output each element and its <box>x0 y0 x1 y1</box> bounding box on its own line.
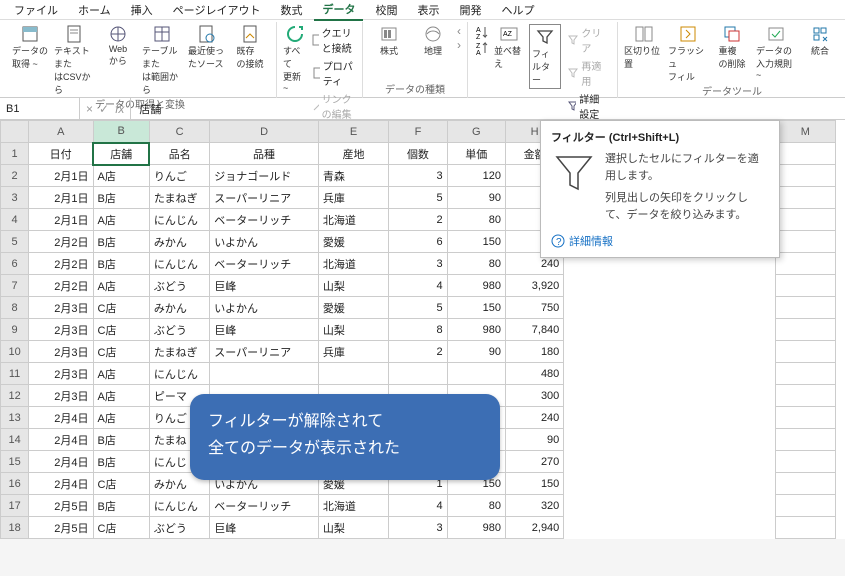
tooltip-more-info-link[interactable]: ? 詳細情報 <box>551 233 769 249</box>
properties-button[interactable]: プロパティ <box>310 57 356 89</box>
callout-line2: 全てのデータが表示された <box>208 435 482 462</box>
svg-text:?: ? <box>556 237 562 248</box>
clear-filter-button[interactable]: クリア <box>565 24 611 56</box>
tooltip-title: フィルター (Ctrl+Shift+L) <box>551 129 769 145</box>
filter-tooltip: フィルター (Ctrl+Shift+L) 選択したセルにフィルターを適用します。… <box>540 120 780 258</box>
ribbon-group-label: データの種類 <box>385 81 445 98</box>
text-to-columns-button[interactable]: 区切り位置 <box>624 24 664 70</box>
sheet-area: ABC DEFG HM 1日付店舗品名品種産地個数単価金額22月1日A店りんごジ… <box>0 120 845 539</box>
reapply-button[interactable]: 再適用 <box>565 57 611 89</box>
tab-home[interactable]: ホーム <box>70 0 119 20</box>
recent-sources-button[interactable]: 最近使っ たソース <box>186 24 226 70</box>
tooltip-line2: 列見出しの矢印をクリックして、データを絞り込みます。 <box>605 190 769 223</box>
annotation-callout: フィルターが解除されて 全てのデータが表示された <box>190 394 500 480</box>
ribbon-group-get-transform: データの 取得 ~ テキストまた はCSVから Web から テーブルまた は範… <box>4 22 277 98</box>
tab-review[interactable]: 校閲 <box>367 0 405 20</box>
formula-bar-row: B1 × ✓ fx 店舗 <box>0 98 845 120</box>
table-row[interactable]: 172月5日B店にんじんベーターリッチ北海道480320 <box>1 495 836 517</box>
tab-formulas[interactable]: 数式 <box>272 0 310 20</box>
from-table-range-button[interactable]: テーブルまた は範囲から <box>142 24 182 96</box>
tooltip-line1: 選択したセルにフィルターを適用します。 <box>605 151 769 184</box>
name-box[interactable]: B1 <box>0 98 80 119</box>
ribbon-group-queries: すべて 更新 ~ クエリと接続 プロパティ リンクの編集 クエリと接続 <box>277 22 363 98</box>
formula-bar[interactable]: 店舗 <box>131 101 845 117</box>
ribbon-group-label: データツール <box>702 83 762 100</box>
svg-text:A: A <box>476 50 481 56</box>
data-validation-button[interactable]: データの 入力規則~ <box>756 24 796 80</box>
stocks-button[interactable]: 株式 <box>369 24 409 57</box>
ribbon: データの 取得 ~ テキストまた はCSVから Web から テーブルまた は範… <box>0 20 845 98</box>
table-row[interactable]: 72月2日A店ぶどう巨峰山梨49803,920 <box>1 275 836 297</box>
enter-icon[interactable]: ✓ <box>99 102 109 116</box>
formula-bar-buttons: × ✓ fx <box>80 98 131 119</box>
svg-text:Z: Z <box>476 43 481 50</box>
tab-help[interactable]: ヘルプ <box>493 0 542 20</box>
table-row[interactable]: 112月3日A店にんじん480 <box>1 363 836 385</box>
ribbon-group-data-tools: 区切り位置 フラッシュ フィル 重複 の削除 データの 入力規則~ 統合 データ… <box>618 22 845 98</box>
sort-button[interactable]: AZ並べ替え <box>494 24 525 70</box>
callout-line1: フィルターが解除されて <box>208 408 482 435</box>
consolidate-button[interactable]: 統合 <box>800 24 840 57</box>
svg-text:A: A <box>476 27 481 34</box>
tab-data[interactable]: データ <box>314 0 363 21</box>
table-row[interactable]: 92月3日C店ぶどう巨峰山梨89807,840 <box>1 319 836 341</box>
table-row[interactable]: 82月3日C店みかんいよかん愛媛5150750 <box>1 297 836 319</box>
table-row[interactable]: 102月3日C店たまねぎスーパーリニア兵庫290180 <box>1 341 836 363</box>
queries-connections-button[interactable]: クエリと接続 <box>310 24 356 56</box>
tab-developer[interactable]: 開発 <box>451 0 489 20</box>
from-text-csv-button[interactable]: テキストまた はCSVから <box>54 24 94 96</box>
existing-connections-button[interactable]: 既存 の接続 <box>230 24 270 70</box>
sort-desc-icon[interactable]: ZA <box>474 40 490 56</box>
filter-button[interactable]: フィルター <box>529 24 561 89</box>
refresh-all-button[interactable]: すべて 更新 ~ <box>283 24 306 93</box>
geography-button[interactable]: 地理 <box>413 24 453 57</box>
sort-asc-icon[interactable]: AZ <box>474 24 490 40</box>
tab-view[interactable]: 表示 <box>409 0 447 20</box>
cancel-icon[interactable]: × <box>86 102 93 116</box>
tab-file[interactable]: ファイル <box>6 0 66 20</box>
ribbon-group-datatypes: 株式 地理 ‹› データの種類 <box>363 22 468 98</box>
ribbon-group-sort-filter: AZ ZA AZ並べ替え フィルター クリア 再適用 詳細設定 並べ替えとフィル… <box>468 22 618 98</box>
funnel-icon <box>551 151 597 197</box>
table-row[interactable]: 182月5日C店ぶどう巨峰山梨39802,940 <box>1 517 836 539</box>
fx-icon[interactable]: fx <box>115 102 124 116</box>
tab-insert[interactable]: 挿入 <box>123 0 161 20</box>
remove-duplicates-button[interactable]: 重複 の削除 <box>712 24 752 70</box>
tab-pagelayout[interactable]: ページレイアウト <box>165 0 269 20</box>
svg-text:AZ: AZ <box>503 31 513 38</box>
from-web-button[interactable]: Web から <box>98 24 138 67</box>
get-data-button[interactable]: データの 取得 ~ <box>10 24 50 70</box>
flash-fill-button[interactable]: フラッシュ フィル <box>668 24 708 83</box>
menu-bar: ファイル ホーム 挿入 ページレイアウト 数式 データ 校閲 表示 開発 ヘルプ <box>0 0 845 20</box>
